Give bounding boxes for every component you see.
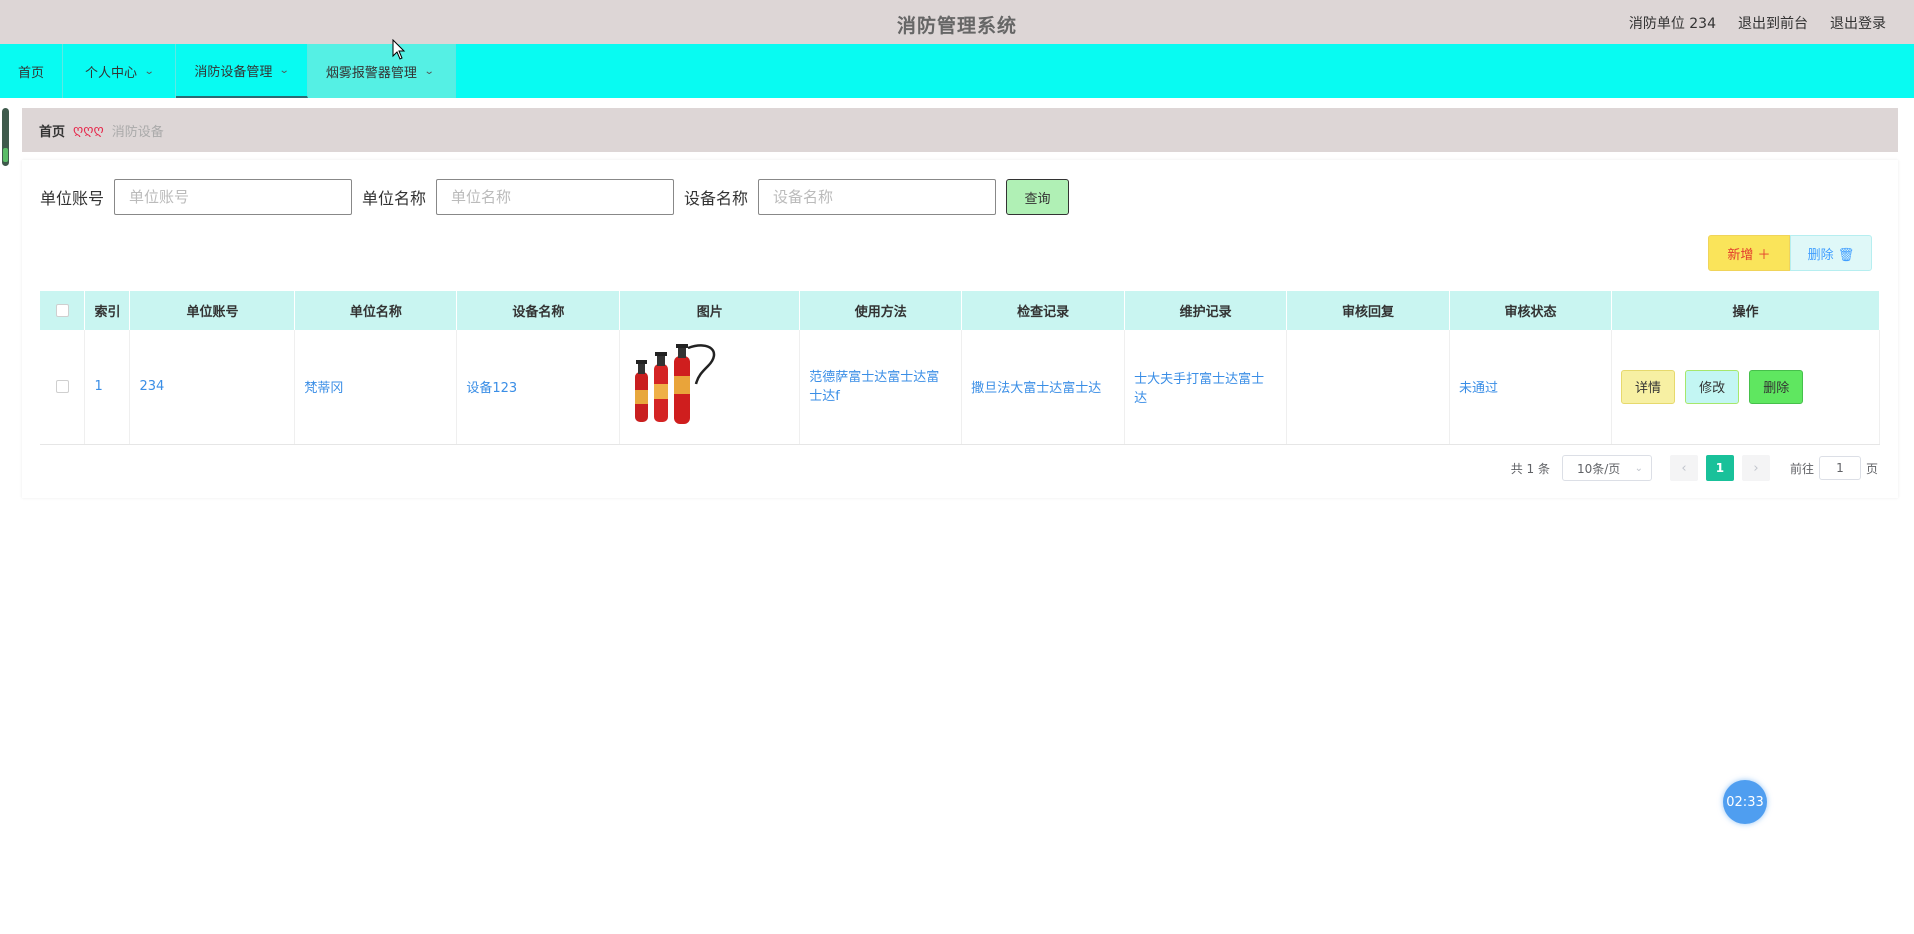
cell-unit-name: 梵蒂冈 — [294, 330, 458, 445]
equipment-table: 索引 单位账号 单位名称 设备名称 图片 使用方法 检查记录 维护记录 审核回复… — [40, 291, 1881, 445]
select-all-cell[interactable] — [40, 291, 86, 330]
delete-button[interactable]: 删除 — [1749, 369, 1804, 404]
chevron-down-icon: ⌄ — [1634, 462, 1643, 474]
header-user-area: 消防单位 234 退出到前台 退出登录 — [1629, 13, 1886, 33]
column-header: 单位账号 — [129, 291, 296, 330]
chevron-down-icon: ⌄ — [423, 65, 435, 77]
breadcrumb-separator-icon: ღღღ — [73, 122, 104, 138]
breadcrumb-home[interactable]: 首页 — [39, 121, 65, 140]
column-header: 单位名称 — [294, 291, 458, 330]
device-name-search-input[interactable] — [758, 179, 997, 215]
top-header: 消防管理系统 消防单位 234 退出到前台 退出登录 — [0, 0, 1914, 44]
column-header: 审核回复 — [1286, 291, 1451, 330]
edit-button[interactable]: 修改 — [1685, 369, 1740, 404]
column-header: 使用方法 — [799, 291, 963, 330]
nav-item-label: 消防设备管理 — [194, 64, 273, 80]
unit-name-search-input[interactable] — [436, 179, 675, 215]
breadcrumb-current: 消防设备 — [111, 124, 164, 140]
query-button[interactable]: 查询 — [1006, 179, 1070, 215]
goto-suffix: 页 — [1865, 461, 1878, 476]
scrollbar-thumb[interactable] — [2, 108, 9, 166]
goto-prefix: 前往 — [1789, 461, 1814, 476]
goto-page-input[interactable] — [1818, 456, 1861, 480]
nav-item-profile[interactable]: 个人中心 ⌄ — [63, 44, 177, 98]
column-header: 图片 — [619, 291, 801, 330]
column-header: 索引 — [84, 291, 131, 330]
page-goto: 前往 页 — [1790, 456, 1878, 480]
cell-maintain-record: 士大夫手打富士达富士达 — [1124, 330, 1288, 445]
current-user: 消防单位 234 — [1628, 16, 1716, 32]
column-header: 操作 — [1611, 291, 1881, 330]
next-page-button[interactable]: › — [1741, 455, 1770, 481]
cell-usage: 范德萨富士达富士达富士达f — [799, 330, 963, 445]
cell-image — [619, 330, 801, 445]
back-to-front-link[interactable]: 退出到前台 — [1738, 13, 1808, 33]
nav-item-label: 烟雾报警器管理 — [325, 65, 417, 81]
page-size-select[interactable]: 10条/页 ⌄ — [1561, 455, 1652, 481]
page-size-value: 10条/页 — [1576, 461, 1621, 476]
chevron-down-icon: ⌄ — [279, 64, 291, 76]
cell-check-record: 撒旦法大富士达富士达 — [961, 330, 1126, 445]
pagination-total: 共 1 条 — [1510, 461, 1550, 476]
cell-index: 1 — [84, 330, 131, 445]
column-header: 检查记录 — [961, 291, 1126, 330]
search-form: 单位账号 单位名称 设备名称 查询 — [40, 179, 1070, 215]
search-label-device-name: 设备名称 — [684, 189, 749, 208]
table-header-row: 索引 单位账号 单位名称 设备名称 图片 使用方法 检查记录 维护记录 审核回复… — [40, 291, 1881, 330]
column-header: 设备名称 — [456, 291, 621, 330]
batch-delete-button[interactable]: 删除 🗑 — [1790, 235, 1872, 271]
add-button[interactable]: 新增 ＋ — [1708, 235, 1790, 271]
logout-link[interactable]: 退出登录 — [1830, 13, 1886, 33]
pagination: 共 1 条 10条/页 ⌄ ‹ 1 › 前往 页 — [1511, 455, 1878, 481]
column-header: 审核状态 — [1449, 291, 1612, 330]
content-panel: 单位账号 单位名称 设备名称 查询 新增 ＋ 删除 🗑 索引 单位账号 单位名称… — [22, 160, 1898, 498]
search-label-account: 单位账号 — [40, 189, 105, 208]
row-select-cell[interactable] — [40, 330, 86, 445]
cell-operations: 详情 修改 删除 — [1611, 330, 1881, 445]
nav-item-label: 首页 — [18, 65, 45, 81]
mouse-cursor-icon — [392, 39, 406, 60]
table-row: 1 234 梵蒂冈 设备123 范德萨富士达富士达富士达f 撒旦法大富士达富士达… — [40, 330, 1881, 445]
prev-page-button[interactable]: ‹ — [1669, 455, 1698, 481]
cell-review-reply — [1286, 330, 1451, 445]
app-title: 消防管理系统 — [896, 15, 1017, 37]
row-checkbox[interactable] — [55, 380, 69, 394]
page-number-current[interactable]: 1 — [1705, 455, 1734, 481]
column-header: 维护记录 — [1124, 291, 1288, 330]
nav-item-home[interactable]: 首页 — [0, 44, 64, 98]
account-search-input[interactable] — [114, 179, 353, 215]
cell-account: 234 — [129, 330, 296, 445]
nav-item-smoke-alarm[interactable]: 烟雾报警器管理 ⌄ — [307, 44, 457, 98]
fire-extinguisher-image[interactable] — [632, 342, 722, 428]
search-label-unit-name: 单位名称 — [362, 189, 427, 208]
breadcrumb: 首页 ღღღ 消防设备 — [22, 108, 1898, 152]
nav-item-fire-equipment[interactable]: 消防设备管理 ⌄ — [176, 44, 308, 98]
cell-review-status: 未通过 — [1449, 330, 1612, 445]
nav-item-label: 个人中心 — [85, 65, 138, 81]
cell-device-name: 设备123 — [456, 330, 621, 445]
select-all-checkbox[interactable] — [55, 304, 69, 317]
floating-timer[interactable]: 02:33 — [1723, 780, 1767, 824]
detail-button[interactable]: 详情 — [1620, 369, 1675, 404]
chevron-down-icon: ⌄ — [143, 65, 155, 77]
main-nav: 首页 个人中心 ⌄ 消防设备管理 ⌄ 烟雾报警器管理 ⌄ — [0, 44, 1914, 98]
